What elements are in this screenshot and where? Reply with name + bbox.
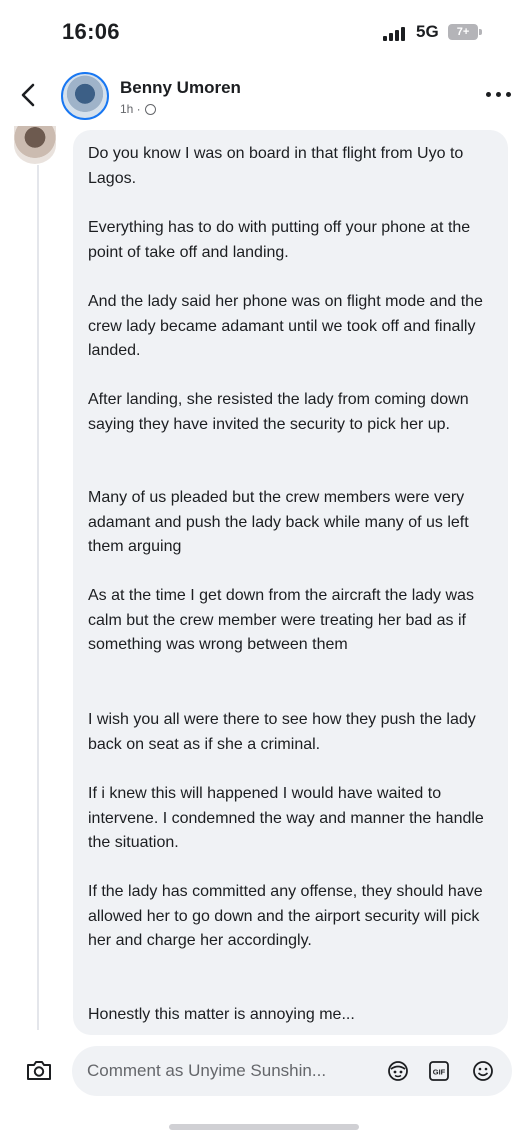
comment-paragraph: Everything has to do with putting off yo… (88, 219, 471, 261)
comment-paragraph: I wish you all were there to see how the… (88, 711, 476, 753)
comment-bubble: Do you know I was on board in that fligh… (73, 130, 508, 1035)
thread-line (37, 165, 39, 1030)
comment-paragraph: As at the time I get down from the aircr… (88, 587, 474, 653)
commenter-avatar[interactable] (14, 126, 56, 164)
comment-paragraph: If the lady has committed any offense, t… (88, 883, 483, 949)
camera-icon[interactable] (26, 1059, 52, 1081)
network-type: 5G (416, 22, 439, 41)
post-age: 1h · (120, 102, 141, 116)
comment-placeholder: Comment as Unyime Sunshin... (87, 1061, 327, 1080)
chevron-left-icon[interactable] (18, 82, 40, 108)
comment-paragraph: And the lady said her phone was on fligh… (88, 293, 483, 359)
comment-paragraph: Many of us pleaded but the crew members … (88, 489, 469, 555)
comment-paragraph: After landing, she resisted the lady fro… (88, 391, 469, 433)
comment-paragraph: Do you know I was on board in that fligh… (88, 145, 464, 187)
author-name[interactable]: Benny Umoren (120, 78, 241, 98)
author-avatar[interactable] (61, 72, 109, 120)
gif-label: GIF (433, 1068, 446, 1077)
more-dots-icon[interactable] (486, 90, 512, 98)
signal-icon (383, 27, 409, 41)
emoji-icon[interactable] (472, 1060, 494, 1082)
comment-bar: Comment as Unyime Sunshin... GIF (0, 1040, 529, 1102)
post-meta: 1h · (120, 102, 156, 116)
post-header: Benny Umoren 1h · (0, 62, 529, 130)
comment-input[interactable]: Comment as Unyime Sunshin... GIF (72, 1046, 512, 1096)
comment-paragraph: If i knew this will happened I would hav… (88, 785, 484, 851)
comment-paragraph: Honestly this matter is annoying me... (88, 1006, 355, 1023)
gif-icon[interactable]: GIF (428, 1060, 450, 1082)
status-bar: 16:06 5G 7+ (0, 0, 529, 62)
battery-icon: 7+ (448, 24, 482, 40)
home-indicator[interactable] (169, 1124, 359, 1130)
globe-icon (144, 103, 156, 115)
status-time: 16:06 (62, 19, 120, 44)
avatar-sticker-icon[interactable] (387, 1060, 409, 1082)
